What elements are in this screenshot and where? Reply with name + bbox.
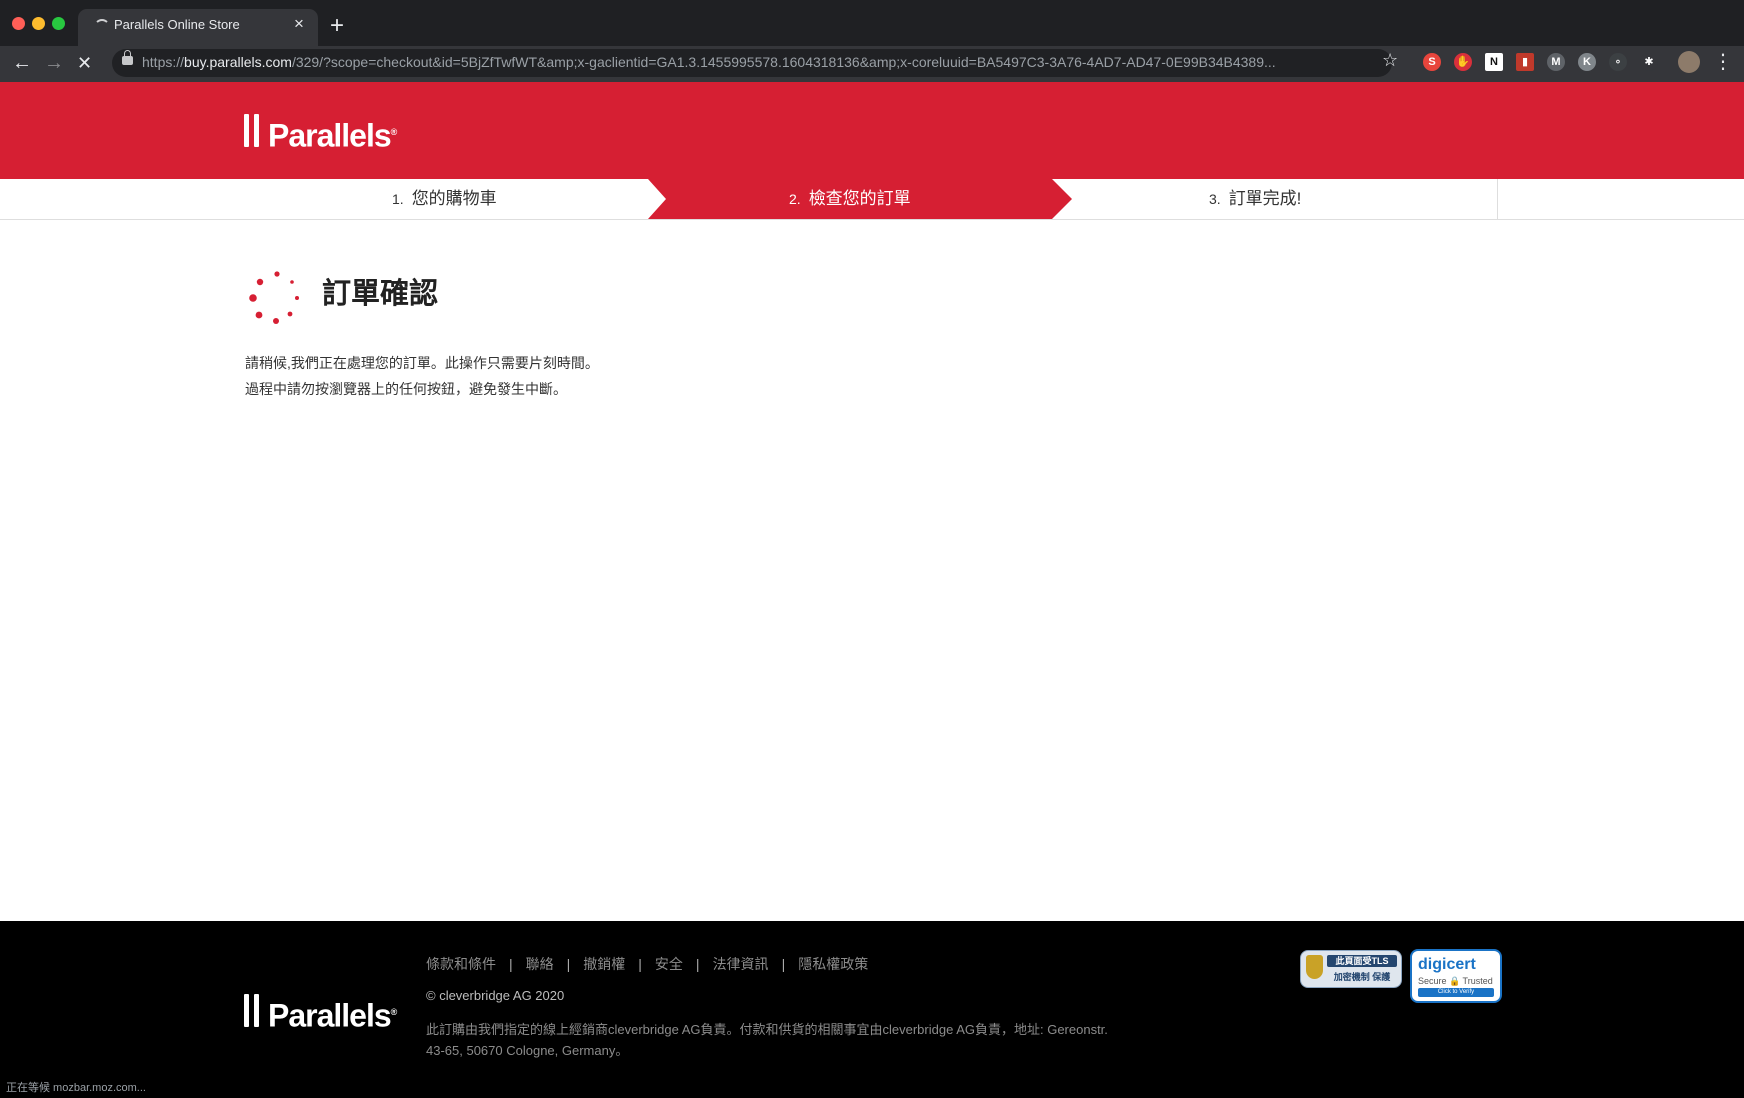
url-scheme: https:// <box>142 54 185 70</box>
footer-links: 條款和條件 | 聯絡 | 撤銷權 | 安全 | 法律資訊 | 隱私權政策 <box>426 954 868 974</box>
footer-separator: | <box>781 956 786 972</box>
warning-message: 過程中請勿按瀏覽器上的任何按鈕，避免發生中斷。 <box>245 381 567 397</box>
bookmark-star-icon[interactable]: ☆ <box>1382 50 1398 71</box>
loading-spinner-icon <box>249 271 299 324</box>
footer-separator: | <box>566 956 571 972</box>
processing-message: 請稍候,我們正在處理您的訂單。此操作只需要片刻時間。 <box>245 355 599 371</box>
footer-separator: | <box>695 956 700 972</box>
logo-name: Parallels <box>268 997 392 1034</box>
maximize-window-button[interactable] <box>52 17 65 30</box>
digicert-subtitle: Secure 🔒 Trusted <box>1418 976 1493 986</box>
digicert-logo: digicert <box>1418 956 1476 973</box>
digicert-verify: Click to Verify <box>1418 988 1494 997</box>
logo-name: Parallels <box>268 117 392 154</box>
step-number: 1. <box>392 191 404 207</box>
logo-wordmark: Parallels® <box>268 112 397 156</box>
footer-link-legal[interactable]: 法律資訊 <box>713 956 769 972</box>
step-review: 2. 檢查您的訂單 <box>789 179 911 219</box>
stop-loading-button[interactable]: ✕ <box>77 50 92 76</box>
extension-icon[interactable]: ✱ <box>1640 53 1658 71</box>
tab-title: Parallels Online Store <box>114 17 240 32</box>
logo-bar-2 <box>254 114 259 147</box>
footer-link-terms[interactable]: 條款和條件 <box>426 956 496 972</box>
page-title: 訂單確認 <box>322 278 439 310</box>
step-divider <box>1497 179 1498 219</box>
logo-bar-2 <box>254 994 259 1027</box>
extension-icon[interactable]: ∘ <box>1609 53 1627 71</box>
footer-disclaimer: 此訂購由我們指定的線上經銷商cleverbridge AG負責。付款和供貨的相關… <box>426 1022 1108 1058</box>
logo-bar-1 <box>244 114 249 147</box>
extension-icon[interactable]: ▮ <box>1516 53 1534 71</box>
tls-badge-line2: 加密機制 保護 <box>1333 972 1391 982</box>
extension-icon[interactable]: M <box>1547 53 1565 71</box>
logo-wordmark: Parallels® <box>268 992 397 1036</box>
profile-avatar[interactable] <box>1678 51 1700 73</box>
step-label: 訂單完成! <box>1228 189 1302 208</box>
footer-separator: | <box>509 956 513 972</box>
site-footer <box>0 921 1744 1098</box>
footer-link-contact[interactable]: 聯絡 <box>526 956 554 972</box>
footer-link-privacy[interactable]: 隱私權政策 <box>798 956 868 972</box>
step-complete: 3. 訂單完成! <box>1209 179 1301 219</box>
back-button[interactable]: ← <box>12 50 32 76</box>
footer-copyright: © cleverbridge AG 2020 <box>426 988 565 1003</box>
step-label: 您的購物車 <box>411 189 497 208</box>
shield-icon <box>1306 955 1323 979</box>
logo-bar-1 <box>244 994 249 1027</box>
footer-link-withdrawal[interactable]: 撤銷權 <box>583 956 625 972</box>
url-text[interactable]: https://buy.parallels.com/329/?scope=che… <box>142 54 1372 72</box>
extension-icon[interactable]: N <box>1485 53 1503 71</box>
close-window-button[interactable] <box>12 17 25 30</box>
footer-separator: | <box>638 956 642 972</box>
logo-registered: ® <box>390 1007 398 1017</box>
extension-icon[interactable]: S <box>1423 53 1441 71</box>
step-number: 3. <box>1209 191 1221 207</box>
digicert-badge[interactable]: digicert Secure 🔒 Trusted Click to Verif… <box>1410 949 1502 1003</box>
extension-icon[interactable]: K <box>1578 53 1596 71</box>
browser-menu-icon[interactable]: ⋮ <box>1713 50 1733 74</box>
browser-status-bar: 正在等候 mozbar.moz.com... <box>0 1078 152 1098</box>
new-tab-button[interactable]: + <box>330 13 344 39</box>
minimize-window-button[interactable] <box>32 17 45 30</box>
footer-link-security[interactable]: 安全 <box>655 956 683 972</box>
lock-icon[interactable] <box>122 50 133 65</box>
tab-close-icon[interactable]: × <box>294 14 304 34</box>
forward-button[interactable]: → <box>44 50 64 76</box>
site-header <box>0 82 1744 179</box>
tls-security-badge[interactable]: 此頁面受TLS 加密機制 保護 <box>1300 950 1402 988</box>
step-number: 2. <box>789 191 801 207</box>
tab-loading-icon <box>94 19 110 35</box>
logo-registered: ® <box>390 127 398 137</box>
url-host: buy.parallels.com <box>184 54 292 70</box>
url-path: /329/?scope=checkout&id=5BjZfTwfWT&amp;x… <box>291 54 1276 70</box>
step-cart[interactable]: 1. 您的購物車 <box>392 179 497 219</box>
extension-icon[interactable]: ✋ <box>1454 53 1472 71</box>
tls-badge-line1: 此頁面受TLS <box>1327 955 1397 967</box>
step-label: 檢查您的訂單 <box>808 189 911 208</box>
